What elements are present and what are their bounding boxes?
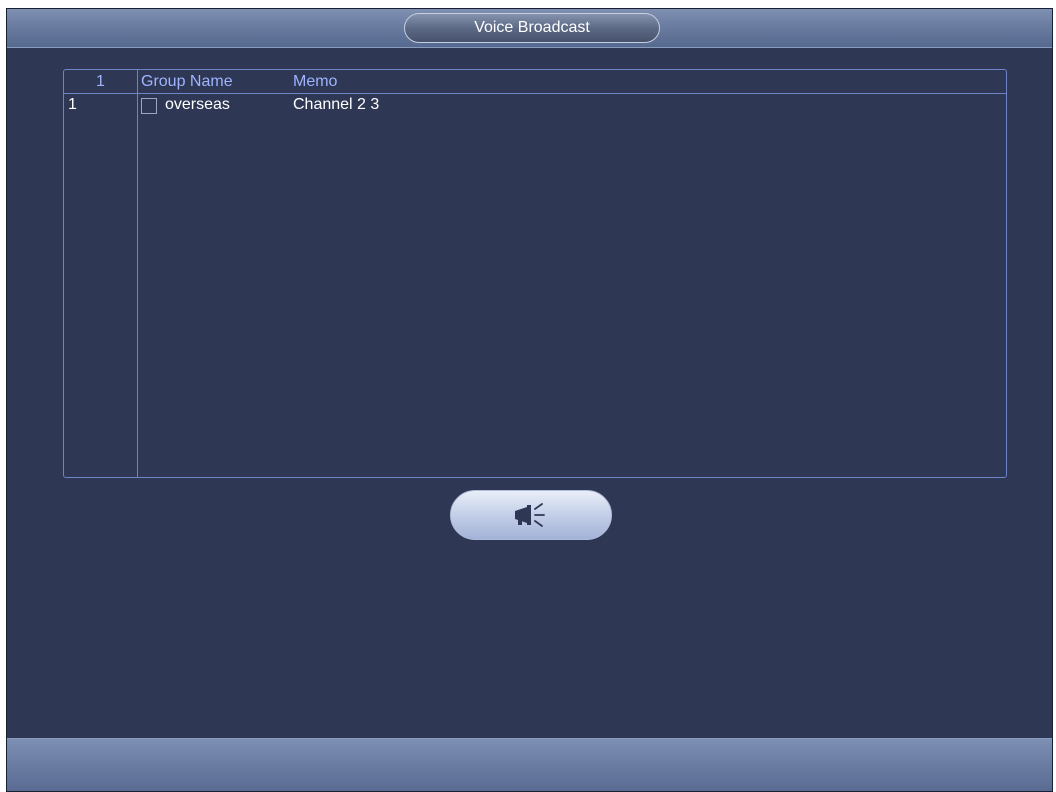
voice-broadcast-window: Voice Broadcast 1 Group Name Memo 1 over… — [6, 8, 1053, 792]
column-header-group-name[interactable]: Group Name — [141, 72, 233, 92]
row-index: 1 — [68, 96, 77, 113]
column-divider — [137, 70, 138, 477]
table-header: 1 Group Name Memo — [64, 70, 1006, 94]
group-name-cell: overseas — [141, 95, 230, 115]
column-header-index[interactable]: 1 — [64, 72, 137, 92]
table-row[interactable]: 1 overseas Channel 2 3 — [64, 95, 1006, 117]
page: Voice Broadcast 1 Group Name Memo 1 over… — [0, 0, 1056, 792]
group-checkbox[interactable] — [141, 98, 157, 114]
footer-bar — [7, 738, 1052, 791]
title-bar: Voice Broadcast — [7, 9, 1052, 48]
window-title: Voice Broadcast — [404, 13, 660, 43]
column-header-memo[interactable]: Memo — [293, 72, 337, 92]
broadcast-button[interactable] — [450, 490, 612, 540]
megaphone-icon — [515, 503, 545, 527]
group-name-value: overseas — [165, 96, 230, 113]
memo-value: Channel 2 3 — [293, 96, 380, 113]
group-table: 1 Group Name Memo 1 overseas Channel 2 3 — [63, 69, 1007, 478]
